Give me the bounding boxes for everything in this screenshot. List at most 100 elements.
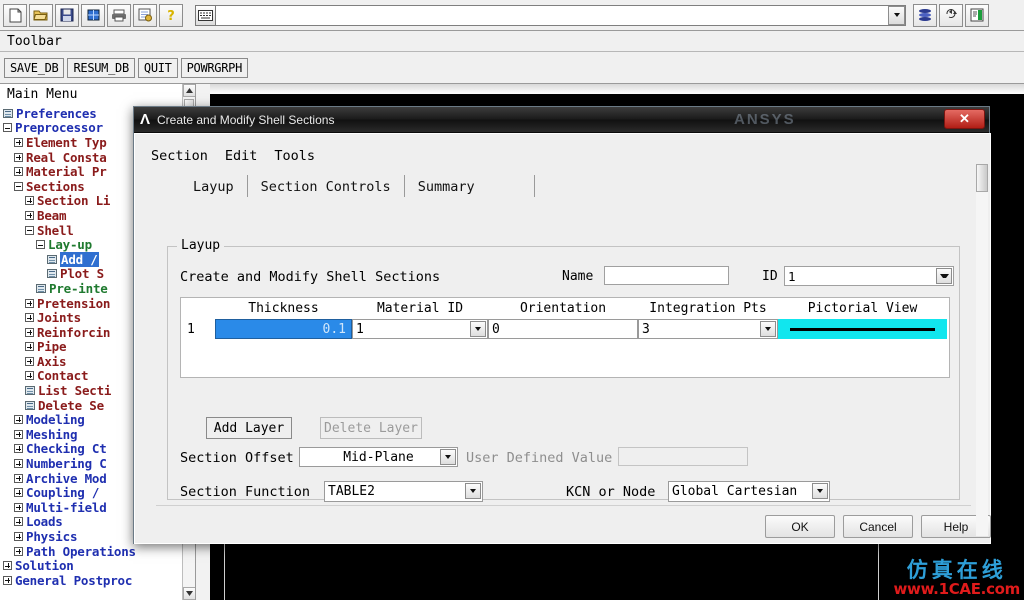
collapse-minus-icon[interactable] <box>3 123 12 133</box>
abbr-button-resum_db[interactable]: RESUM_DB <box>67 57 135 78</box>
reset-picking-icon[interactable] <box>939 3 963 27</box>
collapse-minus-icon[interactable] <box>25 225 34 235</box>
toolbar-section-label: Toolbar <box>0 31 1024 52</box>
sidebar-item-label: Loads <box>26 514 63 530</box>
chevron-down-icon[interactable] <box>470 321 486 337</box>
dialog-title-bar[interactable]: Λ Create and Modify Shell Sections ANSYS… <box>134 107 989 133</box>
layer-table: Thickness Material ID Orientation Integr… <box>180 297 950 378</box>
dialog-scrollbar[interactable] <box>976 164 988 536</box>
close-icon[interactable]: ✕ <box>944 109 985 129</box>
expand-plus-icon[interactable] <box>25 196 34 206</box>
sidebar-item-label: Pretension <box>37 295 111 311</box>
column-pictorial-view-header: Pictorial View <box>807 301 918 316</box>
cancel-button[interactable]: Cancel <box>843 515 913 538</box>
tab-layup[interactable]: Layup <box>180 177 247 197</box>
raise-hidden-icon[interactable] <box>913 3 937 27</box>
id-label: ID <box>762 269 778 284</box>
abbreviation-toolbar: SAVE_DB RESUM_DB QUIT POWRGRPH <box>0 52 1024 84</box>
sidebar-item-solution[interactable]: Solution <box>0 558 195 573</box>
print-icon[interactable] <box>107 3 131 27</box>
contact-manager-icon[interactable] <box>965 3 989 27</box>
new-file-icon[interactable] <box>3 3 27 27</box>
expand-plus-icon[interactable] <box>25 356 34 366</box>
collapse-minus-icon[interactable] <box>36 240 45 250</box>
expand-plus-icon[interactable] <box>14 429 23 439</box>
expand-plus-icon[interactable] <box>3 561 12 571</box>
add-layer-button[interactable]: Add Layer <box>206 417 292 439</box>
section-function-combobox[interactable]: TABLE2 <box>324 481 483 502</box>
expand-plus-icon[interactable] <box>3 575 12 585</box>
abbr-button-save_db[interactable]: SAVE_DB <box>4 57 65 78</box>
expand-plus-icon[interactable] <box>14 459 23 469</box>
open-folder-icon[interactable] <box>29 3 53 27</box>
menu-command-icon <box>47 269 57 279</box>
expand-plus-icon[interactable] <box>25 342 34 352</box>
material-id-cell[interactable]: 1 <box>352 319 488 339</box>
sidebar-item-path-operations[interactable]: Path Operations <box>0 544 195 559</box>
command-input[interactable] <box>216 4 906 26</box>
integration-pts-cell[interactable]: 3 <box>638 319 778 339</box>
thickness-cell[interactable]: 0.1 <box>215 319 352 339</box>
id-combobox[interactable]: 1 <box>784 266 954 286</box>
expand-plus-icon[interactable] <box>14 546 23 556</box>
tab-summary[interactable]: Summary <box>405 177 488 197</box>
sidebar-item-label: Add / <box>60 251 99 267</box>
menu-command-icon <box>25 400 35 410</box>
chevron-down-icon[interactable] <box>812 483 828 499</box>
graphics-legend-frame <box>224 539 879 600</box>
section-offset-combobox[interactable]: Mid-Plane <box>299 447 458 467</box>
scroll-down-arrow-icon[interactable] <box>183 587 195 600</box>
ok-button[interactable]: OK <box>765 515 835 538</box>
expand-plus-icon[interactable] <box>14 502 23 512</box>
id-value: 1 <box>788 268 796 284</box>
help-question-icon[interactable]: ? <box>159 3 183 27</box>
chevron-down-icon[interactable] <box>465 483 481 499</box>
tab-section-controls[interactable]: Section Controls <box>248 177 404 197</box>
ansys-cube-icon[interactable] <box>81 3 105 27</box>
abbr-button-quit[interactable]: QUIT <box>137 57 178 78</box>
dialog-content: Section Edit Tools Layup Section Controls Su… <box>140 139 991 538</box>
expand-plus-icon[interactable] <box>14 444 23 454</box>
expand-plus-icon[interactable] <box>14 532 23 542</box>
dialog-menu-tools[interactable]: Tools <box>274 148 315 164</box>
dialog-menu-section[interactable]: Section <box>151 148 208 164</box>
abbr-button-powrgrph[interactable]: POWRGRPH <box>180 57 248 78</box>
sidebar-item-general-postproc[interactable]: General Postproc <box>0 573 195 588</box>
expand-plus-icon[interactable] <box>25 298 34 308</box>
dialog-menu-edit[interactable]: Edit <box>225 148 258 164</box>
expand-plus-icon[interactable] <box>14 473 23 483</box>
expand-plus-icon[interactable] <box>14 152 23 162</box>
ansys-application-window: ? Toolbar SAVE_DB RESUM_DB QUIT POWRGRPH 仿真 <box>0 0 1024 600</box>
chevron-down-icon[interactable] <box>936 268 952 284</box>
command-history-dropdown[interactable] <box>888 5 905 25</box>
chevron-down-icon[interactable] <box>760 321 776 337</box>
section-function-value: TABLE2 <box>328 484 375 499</box>
sidebar-item-label: Lay-up <box>48 237 92 253</box>
dialog-menu-bar: Section Edit Tools <box>140 139 985 164</box>
main-toolbar: ? <box>0 0 1024 31</box>
expand-plus-icon[interactable] <box>14 415 23 425</box>
expand-plus-icon[interactable] <box>25 327 34 337</box>
report-icon[interactable] <box>133 3 157 27</box>
chevron-down-icon[interactable] <box>440 449 456 465</box>
save-icon[interactable] <box>55 3 79 27</box>
scroll-up-arrow-icon[interactable] <box>183 84 195 97</box>
sidebar-item-label: Material Pr <box>26 164 107 180</box>
name-input[interactable] <box>604 266 729 285</box>
expand-plus-icon[interactable] <box>25 210 34 220</box>
orientation-cell[interactable]: 0 <box>488 319 638 339</box>
expand-plus-icon[interactable] <box>14 137 23 147</box>
sidebar-item-label: Pre-inte <box>49 280 108 296</box>
keyboard-icon[interactable] <box>195 4 216 26</box>
dialog-scroll-thumb[interactable] <box>976 164 988 192</box>
kcn-or-node-combobox[interactable]: Global Cartesian <box>668 481 830 502</box>
sidebar-item-label: Multi-field <box>26 499 107 515</box>
expand-plus-icon[interactable] <box>14 167 23 177</box>
expand-plus-icon[interactable] <box>25 313 34 323</box>
expand-plus-icon[interactable] <box>14 517 23 527</box>
collapse-minus-icon[interactable] <box>14 181 23 191</box>
expand-plus-icon[interactable] <box>14 488 23 498</box>
dialog-tab-strip: Layup Section Controls Summary <box>180 175 985 197</box>
expand-plus-icon[interactable] <box>25 371 34 381</box>
name-label: Name <box>562 269 594 284</box>
